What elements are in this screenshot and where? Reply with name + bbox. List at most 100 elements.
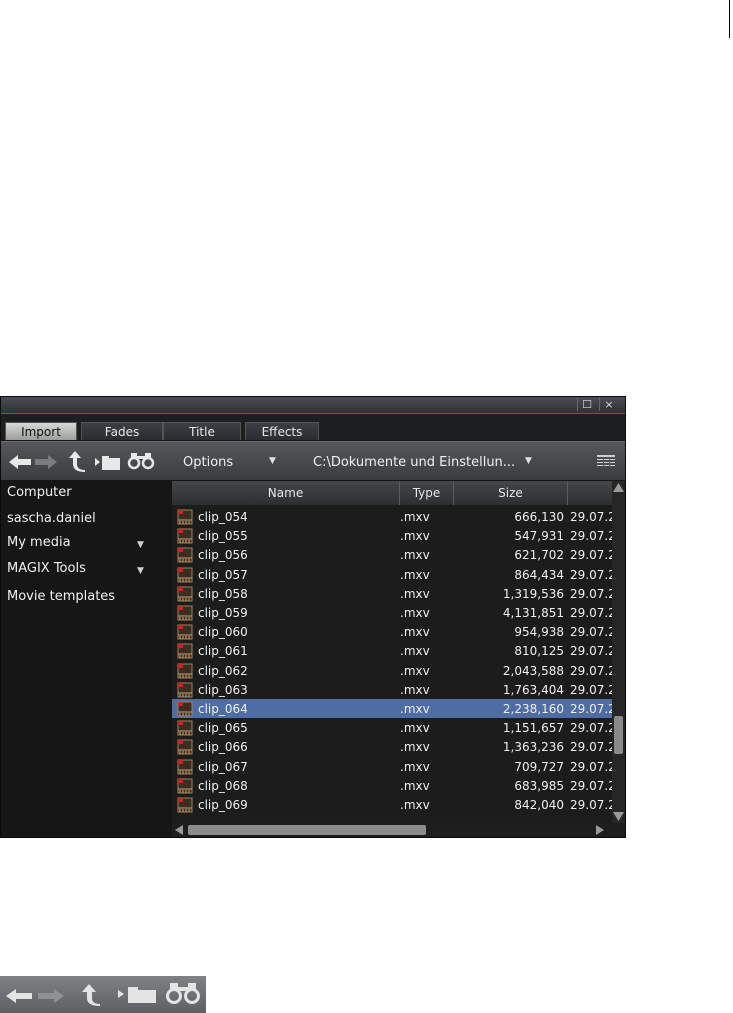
table-row[interactable]: clip_061 .mxv 810,125 29.07.2 [172,641,612,660]
file-size: 1,763,404 [502,682,564,697]
arrow-left-icon[interactable] [9,454,31,470]
file-name: clip_062 [198,663,248,678]
file-type: .mxv [400,567,430,582]
sidebar: Computer sascha.daniel My media ▼ MAGIX … [1,481,171,837]
tab-import[interactable]: Import [5,422,77,440]
close-icon[interactable]: × [599,398,618,411]
table-row[interactable]: clip_069 .mxv 842,040 29.07.2 [172,795,612,814]
file-size: 683,985 [514,778,564,793]
sidebar-item-movie-templates[interactable]: Movie templates [7,589,115,604]
scroll-right-icon[interactable] [596,825,604,835]
column-header-type[interactable]: Type [400,481,454,505]
file-name: clip_055 [198,529,248,544]
title-bar: ☐ × [1,397,625,414]
sidebar-item-computer[interactable]: Computer [7,485,72,500]
file-date: 29.07.2 [570,567,612,582]
file-type: .mxv [400,606,430,620]
file-type: .mxv [400,721,430,736]
column-header-date[interactable] [568,481,612,505]
view-list-icon[interactable] [597,455,615,467]
horizontal-scroll-thumb[interactable] [188,825,426,835]
table-row[interactable]: clip_063 .mxv 1,763,404 29.07.2 [172,680,612,699]
table-row[interactable]: clip_054 .mxv 666,130 29.07.2 [172,507,612,526]
table-row[interactable]: clip_057 .mxv 864,434 29.07.2 [172,565,612,584]
vertical-scrollbar[interactable] [612,481,625,823]
folder-up-icon [82,984,100,1006]
file-type: .mxv [400,548,430,563]
path-chevron-down-icon[interactable]: ▼ [525,456,532,466]
tab-effects[interactable]: Effects [245,422,319,440]
file-name: clip_054 [198,510,248,524]
table-row[interactable]: clip_056 .mxv 621,702 29.07.2 [172,545,612,564]
file-date: 29.07.2 [570,759,612,774]
toolbar: Options ▼ C:\Dokumente und Einstellun...… [1,441,625,480]
options-chevron-down-icon[interactable]: ▼ [269,456,276,466]
table-row[interactable]: clip_067 .mxv 709,727 29.07.2 [172,757,612,776]
video-file-icon [177,797,193,813]
table-row[interactable]: clip_059 .mxv 4,131,851 29.07.2 [172,603,612,622]
file-date: 29.07.2 [570,740,612,755]
list-header: Name Type Size [172,481,612,505]
table-row[interactable]: clip_058 .mxv 1,319,536 29.07.2 [172,584,612,603]
file-date: 29.07.2 [570,606,612,620]
table-row[interactable]: clip_066 .mxv 1,363,236 29.07.2 [172,737,612,756]
file-date: 29.07.2 [570,586,612,601]
sidebar-item-magix-tools[interactable]: MAGIX Tools [7,561,86,576]
file-name: clip_059 [198,606,248,620]
video-file-icon [177,739,193,755]
column-header-size[interactable]: Size [454,481,568,505]
table-row[interactable]: clip_060 .mxv 954,938 29.07.2 [172,622,612,641]
binoculars-icon [166,983,200,1004]
horizontal-scrollbar[interactable] [172,823,625,837]
scroll-up-icon[interactable] [613,483,624,492]
arrow-right-icon[interactable] [35,454,57,470]
tab-title[interactable]: Title [163,422,241,440]
file-type: .mxv [400,510,430,524]
file-type: .mxv [400,798,430,812]
file-name: clip_060 [198,625,248,640]
media-pool-window: ☐ × Import Fades Title Effects Options ▼… [0,396,626,838]
table-row[interactable]: clip_064 .mxv 2,238,160 29.07.2 [172,699,612,718]
file-name: clip_067 [198,759,248,774]
file-size: 709,727 [514,759,564,774]
file-size: 1,151,657 [502,721,564,736]
file-type: .mxv [400,644,430,659]
file-name: clip_068 [198,778,248,793]
file-date: 29.07.2 [570,702,612,716]
file-name: clip_056 [198,548,248,563]
video-file-icon [177,643,193,659]
file-type: .mxv [400,625,430,640]
arrow-right-icon [38,989,64,1003]
table-row[interactable]: clip_068 .mxv 683,985 29.07.2 [172,776,612,795]
sidebar-item-my-media[interactable]: My media [7,535,71,550]
maximize-icon[interactable]: ☐ [577,398,596,411]
new-folder-icon[interactable] [95,453,121,471]
file-name: clip_066 [198,740,248,755]
table-row[interactable]: clip_055 .mxv 547,931 29.07.2 [172,526,612,545]
video-file-icon [177,528,193,544]
chevron-down-icon[interactable]: ▼ [137,566,144,576]
vertical-scroll-thumb[interactable] [614,716,623,754]
options-menu[interactable]: Options [183,456,233,470]
video-file-icon [177,624,193,640]
file-date: 29.07.2 [570,644,612,659]
file-list: Name Type Size clip_054 .mxv 666,130 29.07.… [172,481,612,823]
sidebar-item-user[interactable]: sascha.daniel [7,511,96,526]
table-row[interactable]: clip_062 .mxv 2,043,588 29.07.2 [172,661,612,680]
table-row[interactable]: clip_065 .mxv 1,151,657 29.07.2 [172,718,612,737]
video-file-icon [177,720,193,736]
tab-fades[interactable]: Fades [81,422,163,440]
file-date: 29.07.2 [570,529,612,544]
folder-up-icon[interactable] [65,450,87,472]
scroll-left-icon[interactable] [175,825,183,835]
file-type: .mxv [400,663,430,678]
chevron-down-icon[interactable]: ▼ [137,540,144,550]
column-header-name[interactable]: Name [172,481,400,505]
video-file-icon [177,701,193,717]
scroll-down-icon[interactable] [613,812,624,821]
file-size: 954,938 [514,625,564,640]
binoculars-icon[interactable] [127,452,155,470]
video-file-icon [177,567,193,583]
path-dropdown[interactable]: C:\Dokumente und Einstellun... [313,456,515,470]
file-size: 621,702 [514,548,564,563]
